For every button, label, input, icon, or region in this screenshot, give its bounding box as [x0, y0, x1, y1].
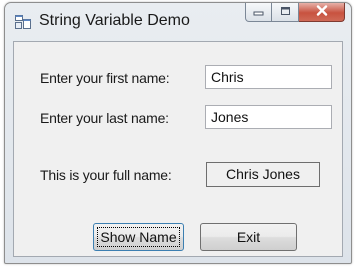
maximize-icon	[280, 3, 291, 21]
form-client-area: Enter your first name: Chris Enter your …	[13, 41, 343, 257]
first-name-input[interactable]: Chris	[205, 65, 332, 89]
minimize-icon	[253, 3, 264, 21]
first-name-label: Enter your first name:	[40, 70, 170, 86]
show-name-button-label: Show Name	[100, 229, 177, 245]
full-name-output: Chris Jones	[206, 162, 320, 187]
close-button[interactable]	[299, 3, 345, 22]
minimize-button[interactable]	[245, 3, 272, 22]
title-bar[interactable]: String Variable Demo	[5, 3, 351, 41]
caption-buttons	[245, 3, 345, 23]
maximize-button[interactable]	[272, 3, 299, 22]
last-name-input[interactable]: Jones	[205, 105, 332, 129]
exit-button-label: Exit	[236, 229, 261, 245]
app-window: String Variable Demo Enter your first na…	[4, 2, 352, 264]
exit-button[interactable]: Exit	[200, 223, 297, 251]
full-name-label: This is your full name:	[40, 167, 172, 183]
show-name-button[interactable]: Show Name	[93, 223, 184, 251]
close-icon	[316, 3, 328, 21]
form-icon	[15, 15, 31, 29]
last-name-label: Enter your last name:	[40, 110, 169, 126]
window-title: String Variable Demo	[39, 12, 190, 29]
